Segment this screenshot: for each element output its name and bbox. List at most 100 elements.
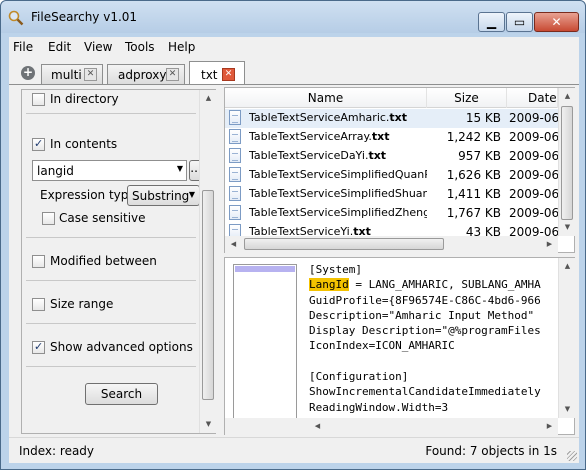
preview-line: [Configuration] (309, 370, 409, 384)
menu-view[interactable]: View (84, 40, 112, 54)
case-sensitive-label: Case sensitive (59, 211, 146, 225)
file-name-ext: txt (371, 130, 390, 143)
scroll-down-icon[interactable]: ▼ (559, 219, 576, 236)
column-size[interactable]: Size (427, 88, 507, 108)
results-hscrollbar[interactable]: ◀ ▶ (225, 236, 558, 253)
file-name: TableTextServiceSimplifiedShuangPin (249, 187, 427, 200)
table-row[interactable]: TableTextServiceAmharic.txt 15 KB 2009-06 (225, 109, 559, 128)
scroll-down-icon[interactable]: ▼ (200, 416, 217, 433)
preview-hscrollbar[interactable]: ◀ ▶ (225, 418, 558, 435)
menu-help[interactable]: Help (168, 40, 195, 54)
results-vscrollbar[interactable]: ▲ ▼ (558, 88, 575, 236)
add-tab-icon[interactable]: + (21, 66, 35, 80)
file-date: 2009-06 (509, 168, 560, 182)
text-file-icon (229, 110, 241, 125)
search-button[interactable]: Search (85, 383, 158, 405)
preview-line: Description="Amharic Input Method" (309, 308, 535, 322)
window-title: FileSearchy v1.01 (31, 10, 138, 24)
menu-bar: File Edit View Tools Help (9, 37, 579, 57)
text-file-icon (229, 148, 241, 163)
minimap-viewport[interactable] (235, 266, 295, 272)
case-sensitive-checkbox[interactable] (42, 212, 55, 225)
preview-vscrollbar[interactable]: ▲ ▼ (558, 258, 575, 418)
title-bar[interactable]: FileSearchy v1.01 ▁ ▭ ✕ (1, 1, 585, 33)
contents-search-input[interactable]: langid ▼ (32, 160, 187, 181)
minimize-button[interactable]: ▁ (478, 12, 505, 32)
maximize-icon: ▭ (513, 15, 526, 29)
preview-line (309, 354, 557, 369)
divider (26, 323, 196, 324)
tab-divider (9, 84, 579, 85)
scroll-left-icon[interactable]: ◀ (225, 236, 242, 253)
tab-close-icon[interactable]: ✕ (222, 68, 235, 81)
scroll-up-icon[interactable]: ▲ (559, 258, 576, 275)
index-status: Index: ready (19, 444, 95, 458)
tab-close-icon[interactable]: ✕ (84, 68, 97, 81)
options-scrollbar[interactable]: ▲ ▼ (199, 90, 216, 433)
in-directory-checkbox[interactable] (32, 93, 45, 106)
menu-edit[interactable]: Edit (48, 40, 71, 54)
preview-line: GuidProfile={8F96574E-C86C-4bd6-966 (309, 293, 541, 307)
expression-type-select[interactable]: Substring ▼ (127, 185, 200, 206)
table-row[interactable]: TableTextServiceSimplifiedZhengMa.t 1,767… (225, 204, 560, 223)
preview-line: LangId = LANG_AMHARIC, SUBLANG_AMHA (309, 277, 557, 292)
tab-label: txt (201, 68, 218, 82)
scrollbar-thumb[interactable] (202, 190, 214, 400)
menu-tools[interactable]: Tools (125, 40, 155, 54)
tab-label: adproxy (118, 68, 167, 82)
results-count: Found: 7 objects in 1s (425, 444, 557, 458)
tab-close-icon[interactable]: ✕ (166, 68, 179, 81)
scroll-up-icon[interactable]: ▲ (200, 90, 217, 107)
tab-adproxy[interactable]: adproxy ✕ (107, 64, 185, 84)
file-name-ext: txt (368, 149, 387, 162)
file-size: 1,767 KB (446, 206, 501, 220)
resize-grip-icon[interactable] (567, 451, 577, 461)
maximize-button[interactable]: ▭ (506, 12, 533, 32)
scroll-right-icon[interactable]: ▶ (541, 418, 558, 435)
table-row[interactable]: TableTextServiceSimplifiedQuanPin.t 1,626… (225, 166, 560, 185)
file-date: 2009-06 (509, 187, 560, 201)
table-row[interactable]: TableTextServiceArray.txt 1,242 KB 2009-06 (225, 128, 559, 147)
scrollbar-thumb[interactable] (244, 238, 444, 250)
file-date: 2009-06 (509, 149, 560, 163)
file-name: TableTextServiceDaYi.txt (249, 149, 427, 162)
file-size: 1,242 KB (446, 130, 501, 144)
chevron-down-icon[interactable]: ▼ (177, 164, 183, 173)
file-size: 1,626 KB (446, 168, 501, 182)
modified-between-label: Modified between (50, 254, 157, 268)
preview-pane: [System] LangId = LANG_AMHARIC, SUBLANG_A… (224, 257, 575, 435)
close-button[interactable]: ✕ (534, 12, 579, 32)
file-size: 957 KB (458, 149, 501, 163)
scrollbar-thumb[interactable] (561, 106, 573, 220)
preview-text: [System] LangId = LANG_AMHARIC, SUBLANG_A… (309, 262, 557, 418)
show-advanced-label: Show advanced options (50, 340, 193, 354)
tab-multi[interactable]: multi ✕ (41, 64, 103, 84)
divider (26, 280, 196, 281)
column-name[interactable]: Name (225, 88, 427, 108)
results-list: Name Size Date TableTextServiceAmharic.t… (224, 87, 575, 253)
close-icon: ✕ (551, 15, 562, 29)
file-name-base: TableTextServiceSimplifiedZhengMa. (249, 206, 427, 219)
preview-line: [System] (309, 263, 362, 276)
modified-between-checkbox[interactable] (32, 255, 45, 268)
in-contents-checkbox[interactable] (32, 137, 45, 151)
in-contents-label: In contents (50, 137, 118, 151)
menu-file[interactable]: File (13, 40, 33, 54)
text-file-icon (229, 129, 241, 144)
status-bar: Index: ready Found: 7 objects in 1s (9, 437, 579, 463)
show-advanced-checkbox[interactable] (32, 340, 45, 354)
size-range-checkbox[interactable] (32, 298, 45, 311)
scroll-right-icon[interactable]: ▶ (541, 236, 558, 253)
scroll-left-icon[interactable]: ◀ (309, 418, 326, 435)
table-row[interactable]: TableTextServiceDaYi.txt 957 KB 2009-06 (225, 147, 560, 166)
divider (26, 366, 196, 367)
scroll-down-icon[interactable]: ▼ (559, 401, 576, 418)
tab-txt[interactable]: txt ✕ (189, 61, 245, 85)
file-name: TableTextServiceSimplifiedZhengMa.t (249, 206, 427, 219)
column-date[interactable]: Date (507, 88, 558, 108)
text-file-icon (229, 205, 241, 220)
file-date: 2009-06 (509, 206, 560, 220)
preview-minimap[interactable] (233, 264, 297, 420)
table-row[interactable]: TableTextServiceSimplifiedShuangPin 1,411… (225, 185, 560, 204)
scroll-up-icon[interactable]: ▲ (559, 88, 576, 105)
